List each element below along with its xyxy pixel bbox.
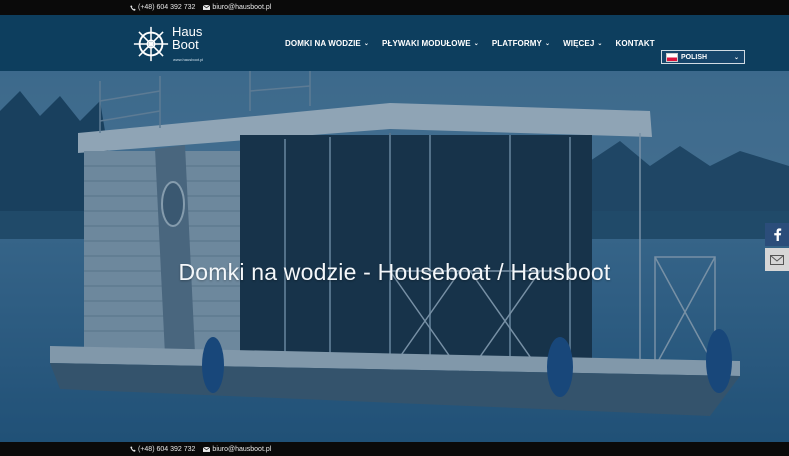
- chevron-down-icon: ⌄: [363, 41, 370, 47]
- chevron-down-icon: ⌄: [473, 41, 479, 47]
- nav-label: DOMKI NA WODZIE: [285, 39, 361, 48]
- chevron-down-icon: ⌄: [544, 41, 551, 47]
- language-selected: POLISH: [681, 53, 708, 61]
- nav-kontakt[interactable]: KONTAKT: [616, 39, 655, 48]
- facebook-icon: [773, 228, 781, 241]
- language-select[interactable]: POLISH ⌄: [661, 50, 745, 64]
- site-logo[interactable]: Haus Boot www.hausboot.pl: [132, 23, 232, 65]
- chevron-down-icon: ⌄: [733, 54, 739, 61]
- hero-banner: Domki na wodzie - Houseboat / Hausboot: [0, 71, 789, 442]
- envelope-icon: [203, 5, 211, 10]
- nav-wiecej[interactable]: WIĘCEJ ⌄: [563, 39, 602, 48]
- logo-line-2: Boot: [172, 37, 199, 52]
- main-nav: DOMKI NA WODZIE ⌄ PŁYWAKI MODUŁOWE ⌄ PLATF…: [285, 39, 668, 48]
- bottom-email[interactable]: biuro@hausboot.pl: [203, 446, 271, 453]
- top-email-text: biuro@hausboot.pl: [212, 4, 272, 11]
- logo-text: Haus Boot: [172, 25, 202, 51]
- nav-domki-na-wodzie[interactable]: DOMKI NA WODZIE ⌄: [285, 39, 369, 48]
- site-header: Haus Boot www.hausboot.pl DOMKI NA WODZI…: [0, 15, 789, 71]
- nav-platformy[interactable]: PLATFORMY ⌄: [492, 39, 550, 48]
- bottom-phone[interactable]: (+48) 604 392 732: [130, 446, 195, 453]
- envelope-icon: [770, 254, 784, 265]
- ship-wheel-icon: [133, 26, 169, 62]
- envelope-icon: [203, 446, 211, 452]
- nav-label: PLATFORMY: [491, 39, 542, 48]
- phone-icon: [130, 446, 136, 452]
- hero-title: Domki na wodzie - Houseboat / Hausboot: [178, 259, 611, 286]
- phone-icon: [130, 4, 136, 11]
- nav-label: WIĘCEJ: [563, 39, 595, 48]
- bottom-phone-text: (+48) 604 392 732: [138, 445, 196, 453]
- top-bar: (+48) 604 392 732 biuro@hausboot.pl: [0, 0, 789, 15]
- hero-overlay: [0, 71, 789, 442]
- top-email[interactable]: biuro@hausboot.pl: [203, 4, 271, 11]
- pl-flag-icon: [666, 52, 678, 62]
- top-phone[interactable]: (+48) 604 392 732: [130, 4, 195, 11]
- nav-plywaki-modulowe[interactable]: PŁYWAKI MODUŁOWE ⌄: [382, 39, 479, 48]
- bottom-email-text: biuro@hausboot.pl: [212, 445, 272, 453]
- facebook-share-button[interactable]: [765, 223, 789, 246]
- bottom-bar: (+48) 604 392 732 biuro@hausboot.pl: [0, 442, 789, 456]
- top-phone-text: (+48) 604 392 732: [138, 4, 196, 11]
- email-share-button[interactable]: [765, 248, 789, 271]
- nav-label: PŁYWAKI MODUŁOWE: [382, 39, 471, 48]
- logo-tagline: www.hausboot.pl: [173, 57, 204, 62]
- nav-label: KONTAKT: [615, 39, 655, 48]
- chevron-down-icon: ⌄: [597, 41, 603, 47]
